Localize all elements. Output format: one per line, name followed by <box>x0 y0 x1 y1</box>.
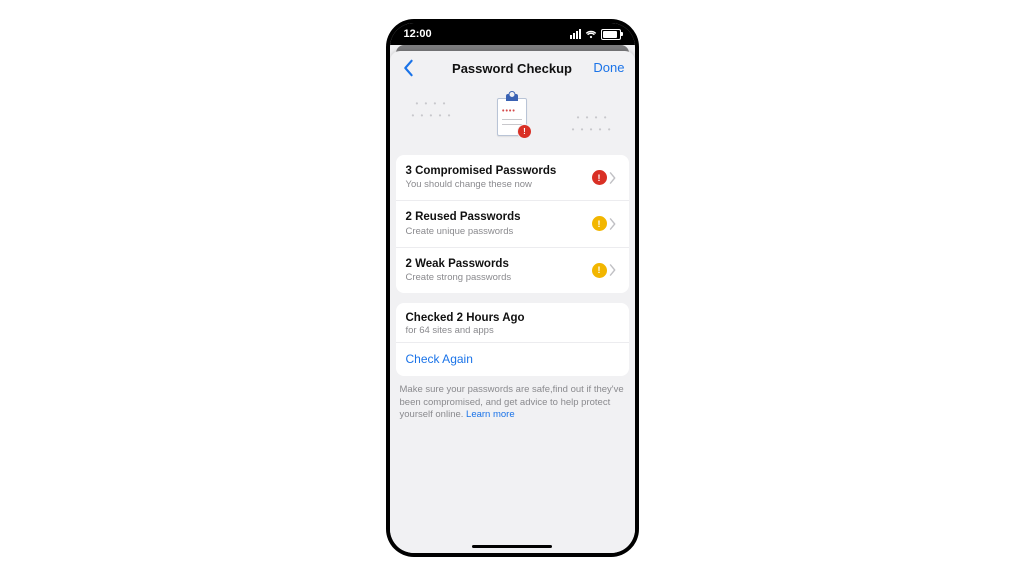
cellular-signal-icon <box>570 29 581 39</box>
modal-sheet: Password Checkup Done • • • • • • • • • … <box>390 51 635 553</box>
status-time: 12:00 <box>404 28 432 40</box>
status-title: Checked 2 Hours Ago <box>406 312 619 324</box>
row-title: 3 Compromised Passwords <box>406 164 592 178</box>
hero-illustration: • • • • • • • • • • • • • • • • • • ••••… <box>390 85 635 149</box>
done-button[interactable]: Done <box>593 60 624 75</box>
home-indicator[interactable] <box>472 545 552 548</box>
alert-icon: ! <box>592 170 607 185</box>
row-subtitle: Create strong passwords <box>406 272 592 284</box>
nav-bar: Password Checkup Done <box>390 51 635 85</box>
warning-icon: ! <box>592 216 607 231</box>
learn-more-link[interactable]: Learn more <box>466 409 515 420</box>
back-button[interactable] <box>398 57 418 79</box>
battery-icon <box>601 29 621 40</box>
phone-frame: 12:00 Password Checkup Done <box>386 19 639 557</box>
row-compromised[interactable]: 3 Compromised Passwords You should chang… <box>396 155 629 200</box>
chevron-right-icon <box>609 172 621 184</box>
last-checked: Checked 2 Hours Ago for 64 sites and app… <box>396 303 629 342</box>
wifi-icon <box>585 30 597 39</box>
alert-badge-icon: ! <box>517 124 532 139</box>
chevron-right-icon <box>609 218 621 230</box>
page-title: Password Checkup <box>452 61 572 76</box>
row-title: 2 Weak Passwords <box>406 257 592 271</box>
status-bar: 12:00 <box>390 23 635 45</box>
check-again-button[interactable]: Check Again <box>396 342 629 376</box>
row-subtitle: Create unique passwords <box>406 226 592 238</box>
status-subtitle: for 64 sites and apps <box>406 325 619 336</box>
row-reused[interactable]: 2 Reused Passwords Create unique passwor… <box>396 200 629 246</box>
warning-icon: ! <box>592 263 607 278</box>
clipboard-icon: •••• ! <box>497 98 527 136</box>
row-title: 2 Reused Passwords <box>406 210 592 224</box>
status-card: Checked 2 Hours Ago for 64 sites and app… <box>396 303 629 376</box>
row-subtitle: You should change these now <box>406 179 592 191</box>
issues-card: 3 Compromised Passwords You should chang… <box>396 155 629 293</box>
status-indicators <box>570 29 621 40</box>
chevron-right-icon <box>609 264 621 276</box>
phone-screen: 12:00 Password Checkup Done <box>390 23 635 553</box>
footer-text: Make sure your passwords are safe,find o… <box>400 384 625 422</box>
row-weak[interactable]: 2 Weak Passwords Create strong passwords… <box>396 247 629 293</box>
